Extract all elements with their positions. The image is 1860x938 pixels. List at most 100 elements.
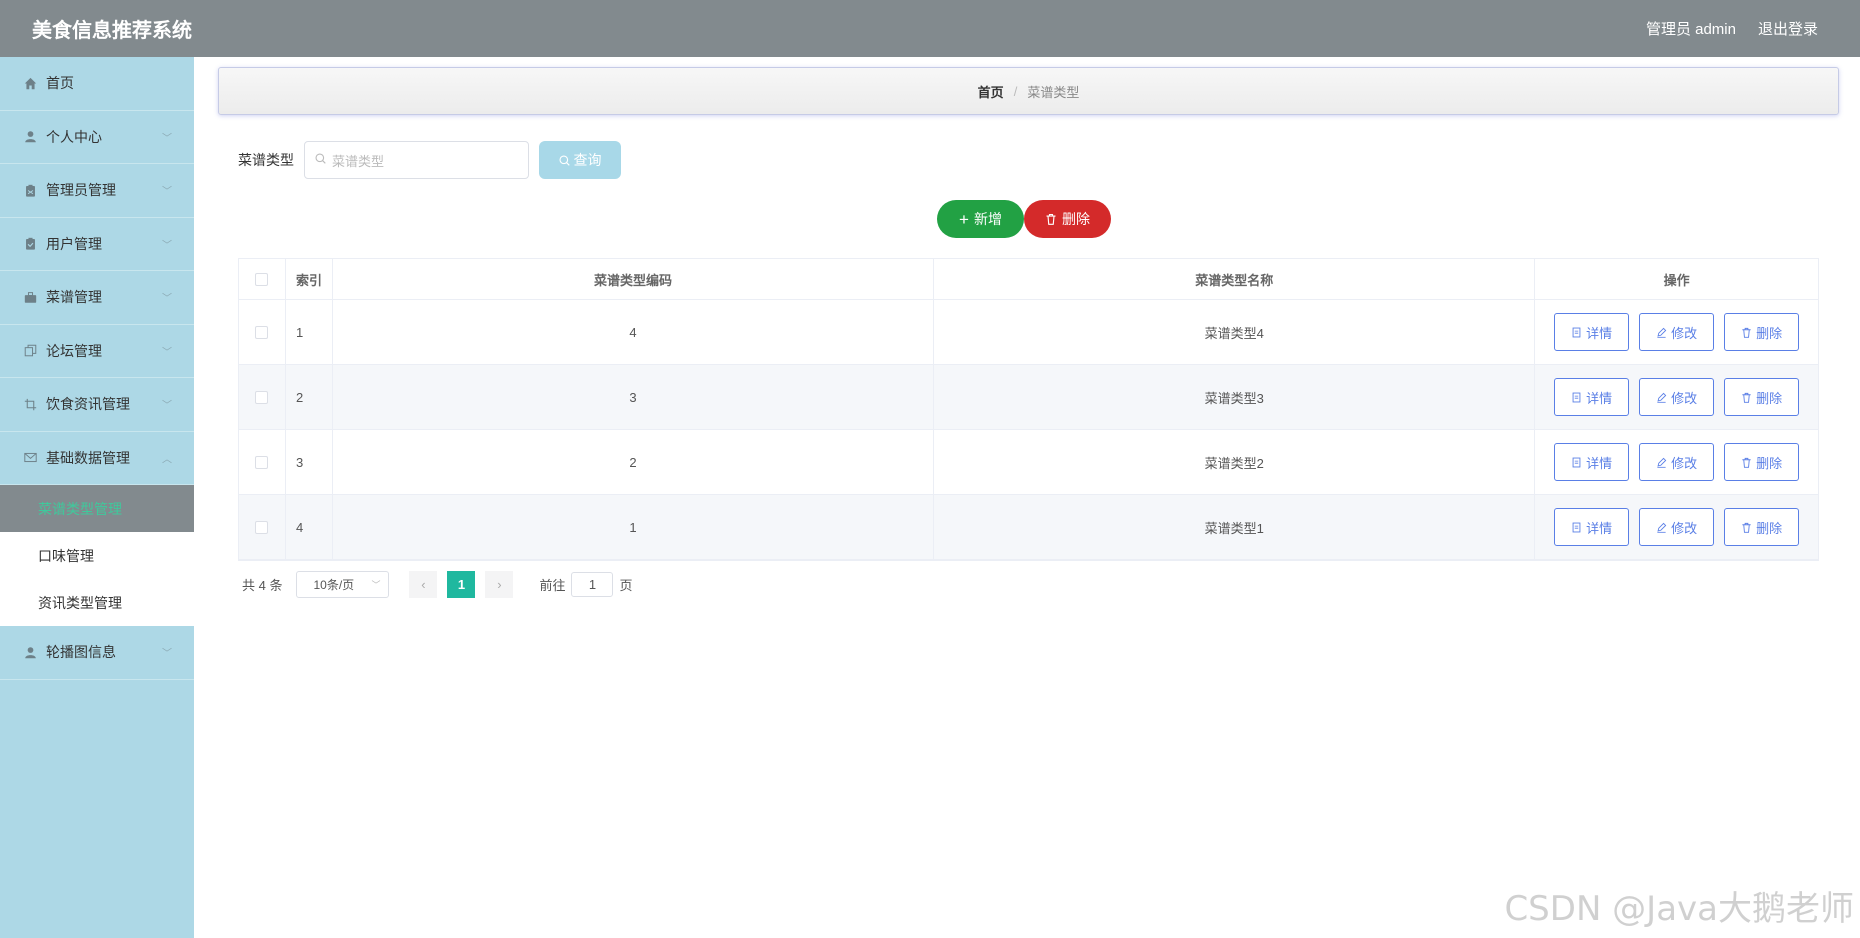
query-button[interactable]: 查询 (539, 141, 621, 179)
cell-code: 4 (333, 300, 935, 364)
row-checkbox[interactable] (255, 325, 269, 339)
cell-name: 菜谱类型2 (934, 430, 1536, 494)
delete-button[interactable]: 删除 (1724, 508, 1800, 546)
top-header: 美食信息推荐系统 管理员 admin 退出登录 (0, 0, 1860, 57)
detail-button[interactable]: 详情 (1554, 443, 1630, 481)
sidebar-item-label: 用户管理 (46, 235, 102, 252)
sidebar-item-basic-data-management[interactable]: 基础数据管理 ︿ (0, 432, 194, 485)
delete-label: 删除 (1756, 390, 1783, 406)
detail-button[interactable]: 详情 (1554, 378, 1630, 416)
add-button[interactable]: + 新增 (937, 200, 1024, 238)
row-checkbox[interactable] (255, 455, 269, 469)
cell-code: 3 (333, 365, 935, 429)
clipboard-icon (22, 182, 38, 198)
edit-button[interactable]: 修改 (1639, 443, 1715, 481)
sidebar-item-news-type-management[interactable]: 资讯类型管理 (0, 579, 194, 626)
query-button-label: 查询 (573, 152, 602, 168)
detail-label: 详情 (1586, 520, 1613, 536)
page-size-value: 10条/页 (313, 578, 355, 592)
edit-icon (1656, 457, 1667, 468)
edit-label: 修改 (1671, 455, 1698, 471)
delete-button[interactable]: 删除 (1724, 443, 1800, 481)
submenu-basic-data: 菜谱类型管理 口味管理 资讯类型管理 (0, 485, 194, 626)
sidebar-item-diet-news-management[interactable]: 饮食资讯管理 ﹀ (0, 378, 194, 432)
chevron-right-icon: › (497, 577, 502, 592)
current-user[interactable]: 管理员 admin (1646, 18, 1736, 39)
chevron-down-icon: ﹀ (162, 133, 172, 145)
search-input[interactable]: 菜谱类型 (304, 141, 529, 179)
sidebar-item-recipe-type-management[interactable]: 菜谱类型管理 (0, 485, 194, 532)
search-placeholder: 菜谱类型 (332, 153, 385, 169)
sidebar-item-recipe-management[interactable]: 菜谱管理 ﹀ (0, 271, 194, 325)
sidebar-item-label: 基础数据管理 (46, 449, 130, 466)
sidebar-item-carousel-info[interactable]: 轮播图信息 ﹀ (0, 626, 194, 680)
sidebar-item-user-management[interactable]: 用户管理 ﹀ (0, 218, 194, 271)
table-row: 3 2 菜谱类型2 详情 修改 删除 (239, 430, 1818, 495)
user-icon (22, 644, 38, 660)
delete-button[interactable]: 删除 (1724, 378, 1800, 416)
goto-label: 前往 (539, 578, 566, 593)
sidebar-item-admin-management[interactable]: 管理员管理 ﹀ (0, 164, 194, 218)
sidebar-item-taste-management[interactable]: 口味管理 (0, 532, 194, 579)
app-title: 美食信息推荐系统 (32, 20, 192, 42)
edit-button[interactable]: 修改 (1639, 313, 1715, 351)
edit-icon (1656, 392, 1667, 403)
table-row: 4 1 菜谱类型1 详情 修改 删除 (239, 495, 1818, 560)
sidebar-item-label: 管理员管理 (46, 182, 116, 199)
chevron-down-icon: ﹀ (162, 648, 172, 660)
select-all-checkbox[interactable] (255, 272, 269, 286)
column-header-code: 菜谱类型编码 (333, 259, 935, 299)
search-label: 菜谱类型 (238, 152, 294, 168)
logout-link[interactable]: 退出登录 (1758, 18, 1818, 39)
prev-page-button[interactable]: ‹ (409, 571, 438, 598)
cell-name: 菜谱类型3 (934, 365, 1536, 429)
sidebar-item-home[interactable]: 首页 (0, 57, 194, 111)
header-right: 管理员 admin 退出登录 (1646, 18, 1818, 39)
table-row: 1 4 菜谱类型4 详情 修改 删除 (239, 300, 1818, 365)
sidebar: 首页 个人中心 ﹀ 管理员管理 ﹀ 用户管理 ﹀ 菜谱管理 ﹀ 论坛管理 ﹀ 饮… (0, 57, 194, 938)
search-icon (558, 154, 570, 166)
document-icon (1571, 522, 1582, 533)
edit-label: 修改 (1671, 325, 1698, 341)
edit-button[interactable]: 修改 (1639, 378, 1715, 416)
user-icon (22, 129, 38, 145)
breadcrumb-current: 菜谱类型 (1027, 84, 1080, 100)
detail-button[interactable]: 详情 (1554, 313, 1630, 351)
batch-delete-button[interactable]: 删除 (1024, 200, 1111, 238)
row-checkbox[interactable] (255, 390, 269, 404)
edit-icon (1656, 327, 1667, 338)
chevron-down-icon: ﹀ (162, 400, 172, 412)
cell-operations: 详情 修改 删除 (1535, 365, 1818, 429)
chevron-down-icon: ﹀ (162, 293, 172, 305)
document-icon (1571, 327, 1582, 338)
page-size-select[interactable]: 10条/页 ﹀ (296, 571, 390, 598)
cell-index: 2 (286, 365, 333, 429)
goto-page-input[interactable]: 1 (571, 572, 614, 597)
sidebar-item-forum-management[interactable]: 论坛管理 ﹀ (0, 325, 194, 378)
delete-label: 删除 (1756, 325, 1783, 341)
edit-button[interactable]: 修改 (1639, 508, 1715, 546)
breadcrumb-separator: / (1013, 83, 1018, 99)
delete-label: 删除 (1756, 520, 1783, 536)
search-icon (315, 153, 326, 167)
edit-icon (1656, 522, 1667, 533)
row-checkbox[interactable] (255, 520, 269, 534)
column-header-operations: 操作 (1663, 272, 1690, 288)
trash-icon (1741, 392, 1752, 403)
sidebar-item-personal-center[interactable]: 个人中心 ﹀ (0, 111, 194, 164)
clipboard-check-icon (22, 236, 38, 252)
chevron-left-icon: ‹ (421, 577, 426, 592)
chevron-down-icon: ﹀ (162, 186, 172, 198)
recipe-type-table: 索引 菜谱类型编码 菜谱类型名称 操作 1 4 菜谱类型4 详情 修改 删除 2 3 菜谱类型3… (238, 258, 1819, 561)
detail-label: 详情 (1586, 325, 1613, 341)
page-number-current[interactable]: 1 (447, 571, 476, 598)
goto-page: 前往 1 页 (539, 572, 633, 597)
delete-button[interactable]: 删除 (1724, 313, 1800, 351)
chevron-down-icon: ﹀ (371, 580, 381, 590)
detail-button[interactable]: 详情 (1554, 508, 1630, 546)
page-unit-label: 页 (619, 578, 633, 593)
column-header-index: 索引 (286, 259, 333, 299)
breadcrumb-home[interactable]: 首页 (978, 82, 1004, 101)
next-page-button[interactable]: › (485, 571, 514, 598)
chevron-down-icon: ﹀ (162, 347, 172, 359)
